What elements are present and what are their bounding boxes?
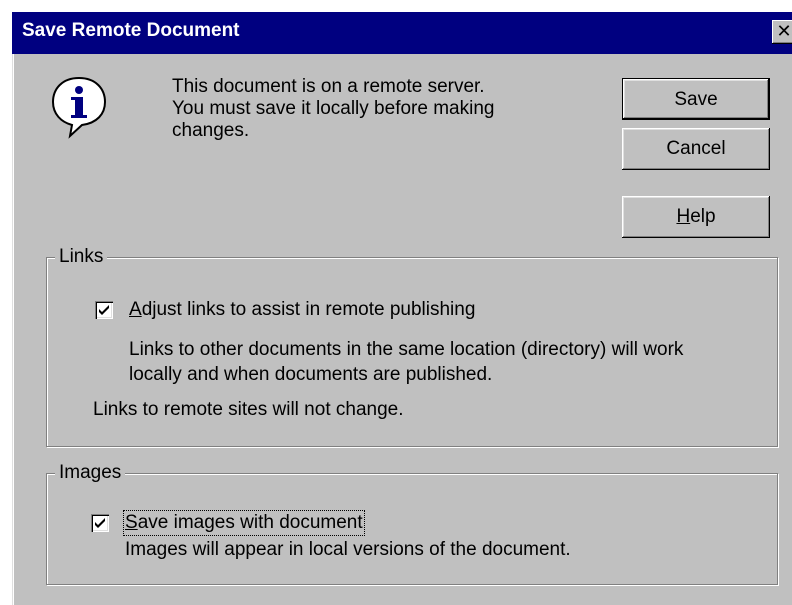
cancel-button-label: Cancel <box>666 138 726 159</box>
checkmark-icon <box>99 305 109 315</box>
images-group-label: Images <box>55 461 126 485</box>
close-button[interactable]: ✕ <box>772 20 792 44</box>
info-icon <box>48 74 110 140</box>
save-button[interactable]: Save <box>622 78 770 120</box>
links-description-line: locally and when documents are published… <box>129 364 493 385</box>
cancel-button[interactable]: Cancel <box>622 128 770 170</box>
images-group: Images Save images with document Images … <box>46 461 778 585</box>
help-label-rest: elp <box>690 206 716 227</box>
save-button-label: Save <box>674 89 718 110</box>
images-description: Images will appear in local versions of … <box>125 539 571 560</box>
links-description: Links to other documents in the same loc… <box>129 337 683 387</box>
window-title: Save Remote Document <box>22 20 240 41</box>
help-mnemonic: H <box>676 206 691 227</box>
remote-sites-note: Links to remote sites will not change. <box>93 399 404 420</box>
links-group-label: Links <box>55 245 108 269</box>
adjust-links-mnemonic: A <box>129 299 142 320</box>
help-button[interactable]: Help <box>622 196 770 238</box>
message-line: changes. <box>172 120 250 141</box>
help-button-label: Help <box>676 206 715 227</box>
checkmark-icon <box>95 518 105 528</box>
close-icon: ✕ <box>776 21 792 42</box>
save-images-label-rest: ave images with document <box>137 512 363 533</box>
save-remote-document-dialog: Save Remote Document ✕ This document is … <box>12 12 792 605</box>
adjust-links-label-rest: djust links to assist in remote publishi… <box>141 299 476 320</box>
save-images-checkbox[interactable] <box>91 514 109 532</box>
adjust-links-checkbox[interactable] <box>95 301 113 319</box>
message-text: This document is on a remote server. You… <box>172 76 494 142</box>
links-description-line: Links to other documents in the same loc… <box>129 339 684 360</box>
message-line: This document is on a remote server. <box>172 76 485 97</box>
links-group: Links Adjust links to assist in remote p… <box>46 245 778 447</box>
adjust-links-label[interactable]: Adjust links to assist in remote publish… <box>129 299 475 321</box>
save-images-label[interactable]: Save images with document <box>123 510 365 536</box>
save-images-mnemonic: S <box>125 512 138 533</box>
title-bar[interactable]: Save Remote Document ✕ <box>12 12 792 54</box>
message-line: You must save it locally before making <box>172 98 495 119</box>
